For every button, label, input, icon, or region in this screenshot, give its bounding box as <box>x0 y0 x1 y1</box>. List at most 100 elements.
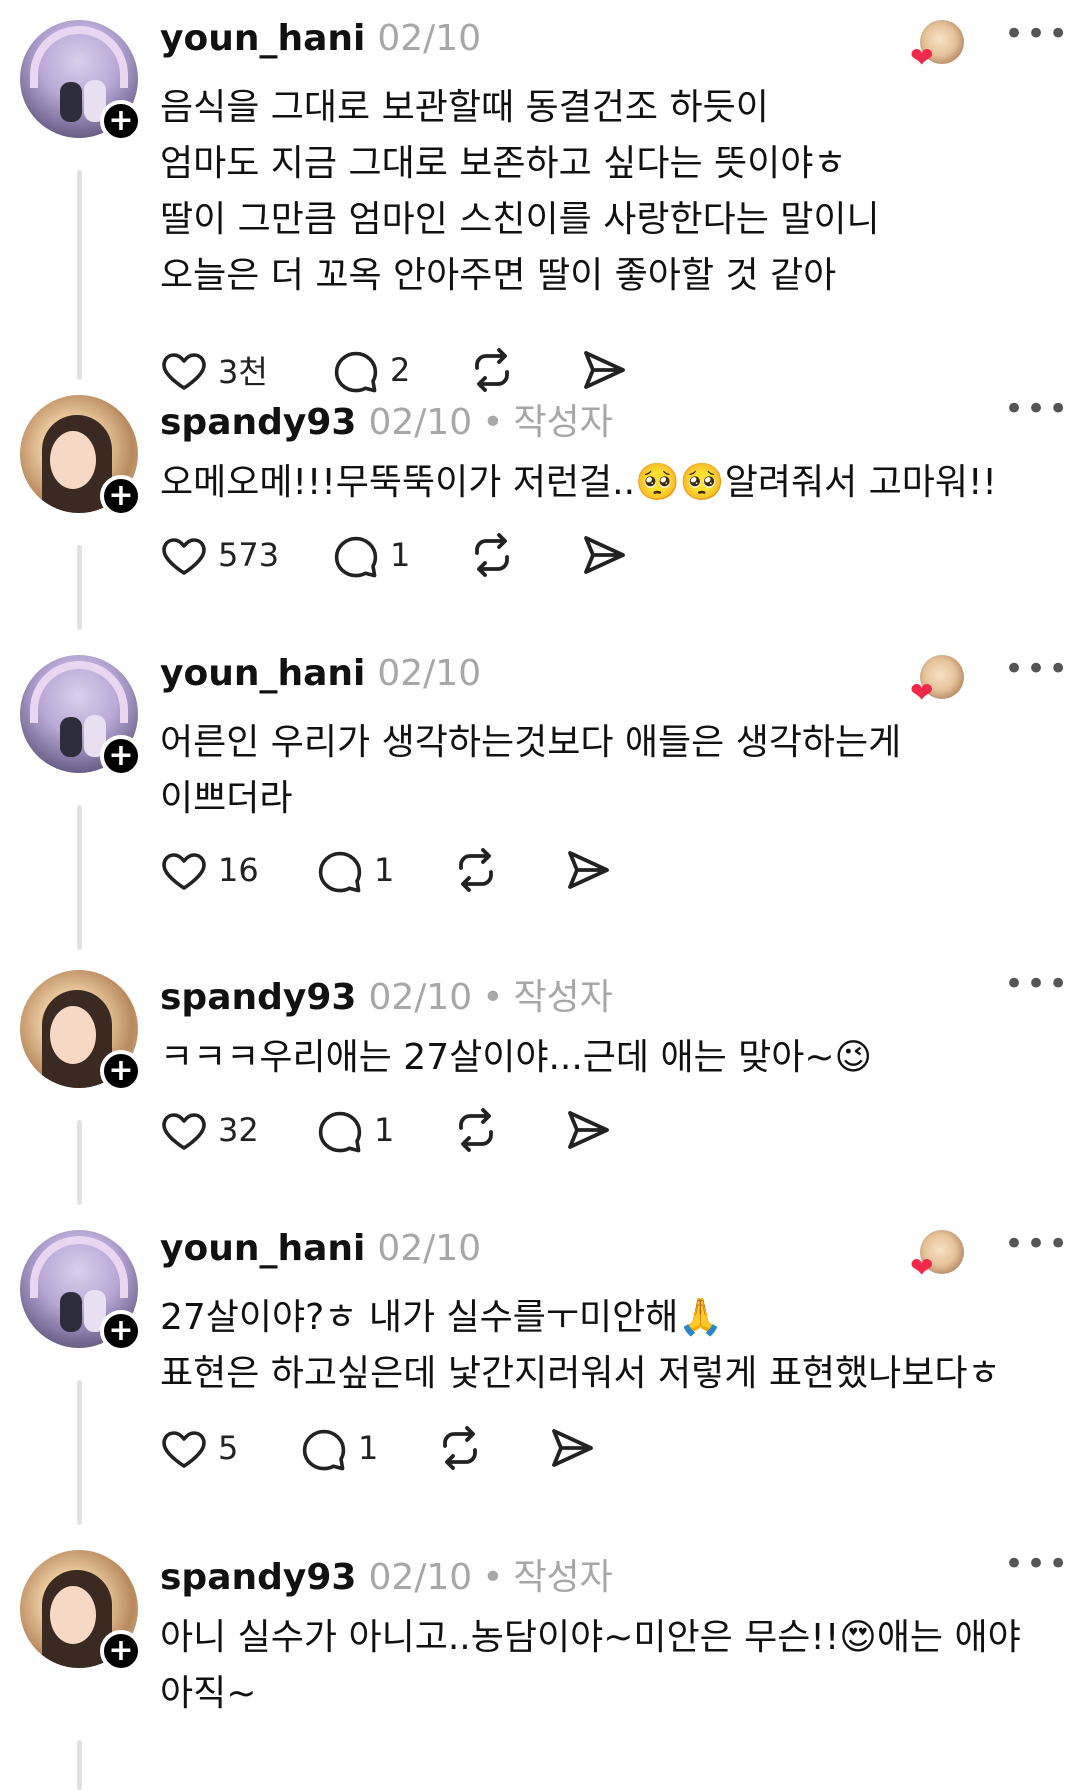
follow-plus-icon[interactable]: + <box>100 735 142 777</box>
comment-meta: youn_hani 02/10 <box>160 653 481 701</box>
repost-arrows-icon <box>459 1108 493 1152</box>
like-count: 5 <box>218 1429 239 1467</box>
username[interactable]: spandy93 <box>160 402 356 443</box>
like-button[interactable]: 5 <box>160 1424 300 1472</box>
comment-text-line: 아직~ <box>160 1673 257 1714</box>
heart-outline-icon <box>162 1431 206 1468</box>
speech-bubble-icon <box>318 851 362 893</box>
comment-date: 02/10 <box>368 402 473 443</box>
repost-button[interactable] <box>436 1424 548 1472</box>
like-button[interactable]: 32 <box>160 1106 316 1154</box>
reply-button[interactable]: 1 <box>316 846 452 894</box>
comment-date: 02/10 <box>377 653 482 694</box>
username[interactable]: youn_hani <box>160 653 365 694</box>
paper-plane-icon <box>552 1429 593 1467</box>
repost-button[interactable] <box>452 1106 564 1154</box>
username[interactable]: spandy93 <box>160 977 356 1018</box>
action-bar: 5 1 <box>160 1423 596 1473</box>
heart-outline-icon <box>162 1113 206 1150</box>
comment-meta: spandy93 02/10 • 작성자 <box>160 393 613 443</box>
share-button[interactable] <box>564 1106 612 1154</box>
comment-text-line: 아니 실수가 아니고..농담이야~미안은 무슨!!😍애는 애야 <box>160 1617 1021 1658</box>
thread-line <box>77 545 82 630</box>
comment: + youn_hani 02/10 ❤ ••• 음식을 그대로 보관할때 동결건… <box>0 0 1080 393</box>
comment-text: 음식을 그대로 보관할때 동결건조 하듯이 엄마도 지금 그대로 보존하고 싶다… <box>160 80 1060 304</box>
action-bar: 16 1 <box>160 845 612 895</box>
username[interactable]: spandy93 <box>160 1557 356 1598</box>
like-button[interactable]: 16 <box>160 846 316 894</box>
like-count: 32 <box>218 1111 259 1149</box>
comment-text-line: 오늘은 더 꼬옥 안아주면 딸이 좋아할 것 같아 <box>160 255 837 296</box>
comment-meta: youn_hani 02/10 <box>160 18 481 66</box>
red-heart-icon: ❤ <box>910 1251 934 1284</box>
comment-text-line: 표현은 하고싶은데 낯간지러워서 저렇게 표현했나보다ㅎ <box>160 1353 1001 1394</box>
comment-text: 어른인 우리가 생각하는것보다 애들은 생각하는게 이쁘더라 <box>160 715 1060 827</box>
share-button[interactable] <box>580 531 628 579</box>
more-dots-icon[interactable]: ••• <box>1004 967 1070 1001</box>
comment-text-line: ㅋㅋㅋ우리애는 27살이야...근데 애는 맞아~😉 <box>160 1037 873 1078</box>
follow-plus-icon[interactable]: + <box>100 1310 142 1352</box>
author-tag: • 작성자 <box>482 977 613 1018</box>
thread-line <box>77 1120 82 1205</box>
red-heart-icon: ❤ <box>910 676 934 709</box>
author-label: 작성자 <box>513 977 613 1018</box>
more-dots-icon[interactable]: ••• <box>1004 652 1070 686</box>
comment: + youn_hani 02/10 ❤ ••• 27살이야?ㅎ 내가 실수를ㅜ미… <box>0 1210 1080 1530</box>
thread-line <box>77 170 82 380</box>
paper-plane-icon <box>568 1111 609 1149</box>
comment-date: 02/10 <box>377 18 482 59</box>
comment-date: 02/10 <box>368 977 473 1018</box>
comment-text-line: 엄마도 지금 그대로 보존하고 싶다는 뜻이야ㅎ <box>160 143 847 184</box>
author-tag: • 작성자 <box>482 1557 613 1598</box>
comment-date: 02/10 <box>377 1228 482 1269</box>
comment-meta: spandy93 02/10 • 작성자 <box>160 1548 613 1598</box>
paper-plane-icon <box>568 851 609 889</box>
heart-outline-icon <box>162 538 206 575</box>
follow-plus-icon[interactable]: + <box>100 100 142 142</box>
thread-line <box>77 1380 82 1525</box>
comment: + youn_hani 02/10 ❤ ••• 어른인 우리가 생각하는것보다 … <box>0 635 1080 955</box>
paper-plane-icon <box>584 536 625 574</box>
like-button[interactable]: 573 <box>160 531 332 579</box>
thread-line <box>77 805 82 950</box>
repost-button[interactable] <box>452 846 564 894</box>
reply-button[interactable]: 1 <box>316 1106 452 1154</box>
comment-text: 오메오메!!!무뚝뚝이가 저런걸..🥺🥺알려줘서 고마워!! <box>160 455 1060 511</box>
share-button[interactable] <box>564 846 612 894</box>
follow-plus-icon[interactable]: + <box>100 1630 142 1672</box>
follow-plus-icon[interactable]: + <box>100 475 142 517</box>
reply-count: 1 <box>374 1111 395 1149</box>
speech-bubble-icon <box>318 1111 362 1153</box>
more-dots-icon[interactable]: ••• <box>1004 17 1070 51</box>
repost-arrows-icon <box>475 533 509 577</box>
comment-meta: spandy93 02/10 • 작성자 <box>160 968 613 1018</box>
repost-button[interactable] <box>468 531 580 579</box>
comment-text-line: 이쁘더라 <box>160 778 293 819</box>
thread-line <box>77 1740 82 1790</box>
comment-text-line: 음식을 그대로 보관할때 동결건조 하듯이 <box>160 87 769 128</box>
like-count: 573 <box>218 536 280 574</box>
comment-text: 아니 실수가 아니고..농담이야~미안은 무슨!!😍애는 애야 아직~ <box>160 1610 1060 1722</box>
reply-button[interactable]: 1 <box>300 1424 436 1472</box>
speech-bubble-icon <box>334 536 378 578</box>
comment: + spandy93 02/10 • 작성자 ••• 오메오메!!!무뚝뚝이가 저… <box>0 375 1080 635</box>
action-bar: 32 1 <box>160 1105 612 1155</box>
action-bar: 573 1 <box>160 530 628 580</box>
follow-plus-icon[interactable]: + <box>100 1050 142 1092</box>
username[interactable]: youn_hani <box>160 18 365 59</box>
comment-text-line: 27살이야?ㅎ 내가 실수를ㅜ미안해🙏 <box>160 1297 724 1338</box>
reply-button[interactable]: 1 <box>332 531 468 579</box>
username[interactable]: youn_hani <box>160 1228 365 1269</box>
comment: + spandy93 02/10 • 작성자 ••• 아니 실수가 아니고..농담… <box>0 1530 1080 1790</box>
more-dots-icon[interactable]: ••• <box>1004 392 1070 426</box>
share-button[interactable] <box>548 1424 596 1472</box>
red-heart-icon: ❤ <box>910 41 934 74</box>
comment-text: 27살이야?ㅎ 내가 실수를ㅜ미안해🙏 표현은 하고싶은데 낯간지러워서 저렇게… <box>160 1290 1060 1402</box>
comment-text-line: 오메오메!!!무뚝뚝이가 저런걸..🥺🥺알려줘서 고마워!! <box>160 462 997 503</box>
comment-text-line: 딸이 그만큼 엄마인 스친이를 사랑한다는 말이니 <box>160 199 880 240</box>
reply-count: 1 <box>358 1429 379 1467</box>
comment: + spandy93 02/10 • 작성자 ••• ㅋㅋㅋ우리애는 27살이야.… <box>0 950 1080 1215</box>
comment-text: ㅋㅋㅋ우리애는 27살이야...근데 애는 맞아~😉 <box>160 1030 1060 1086</box>
more-dots-icon[interactable]: ••• <box>1004 1547 1070 1581</box>
more-dots-icon[interactable]: ••• <box>1004 1227 1070 1261</box>
